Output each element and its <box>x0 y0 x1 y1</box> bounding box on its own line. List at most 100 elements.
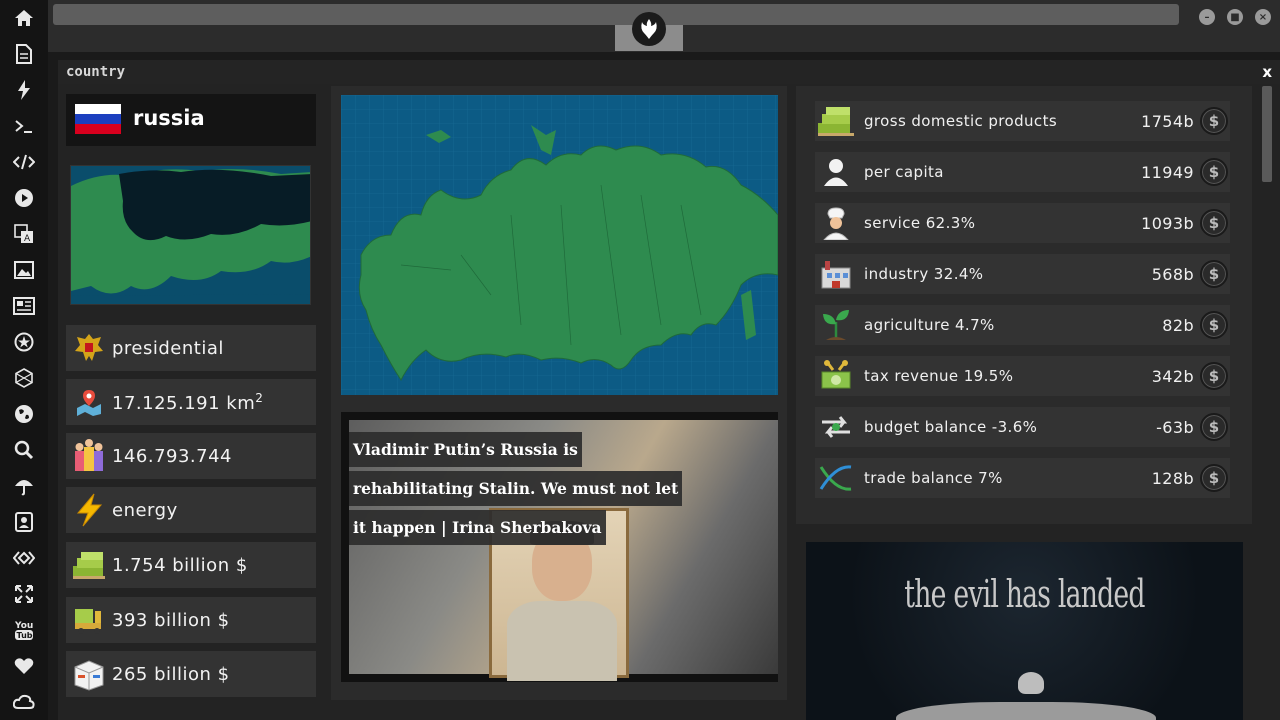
exports-row: 393 billion $ <box>66 597 316 643</box>
search-icon[interactable] <box>12 438 36 462</box>
population-value: 146.793.744 <box>112 445 233 467</box>
gdp-total: 1.754 billion $ <box>112 554 248 576</box>
stat-row-trade-balance: trade balance 7% 128b $ <box>815 458 1230 498</box>
stat-label: tax revenue 19.5% <box>864 367 1014 385</box>
imports-value: 265 billion $ <box>112 663 230 685</box>
dollar-icon[interactable]: $ <box>1200 209 1228 237</box>
stat-label: trade balance 7% <box>864 469 1003 487</box>
plant-icon <box>815 305 857 345</box>
area-value: 17.125.191 km2 <box>112 390 264 414</box>
imports-row: 265 billion $ <box>66 651 316 697</box>
dollar-icon[interactable]: $ <box>1200 107 1228 135</box>
minimize-button[interactable]: – <box>1199 9 1215 25</box>
window-title: country <box>66 64 126 80</box>
svg-text:You: You <box>14 621 33 631</box>
country-map[interactable] <box>341 95 778 395</box>
map-pin-icon <box>66 379 112 425</box>
svg-text:Tube: Tube <box>17 631 35 640</box>
stat-row-budget-balance: budget balance -3.6% -63b $ <box>815 407 1230 447</box>
diamond-code-icon[interactable] <box>12 546 36 570</box>
stat-value: 342b <box>1151 366 1194 386</box>
government-type: presidential <box>112 337 224 359</box>
boxes-icon <box>66 651 112 697</box>
balance-arrows-icon <box>815 407 857 447</box>
news-headline[interactable]: Vladimir Putin’s Russia is rehabilitatin… <box>349 430 689 547</box>
gdp-row: 1.754 billion $ <box>66 542 316 588</box>
terminal-icon[interactable] <box>12 114 36 138</box>
news-icon[interactable] <box>12 294 36 318</box>
hexagon-icon[interactable] <box>12 366 36 390</box>
lightning-icon[interactable] <box>12 78 36 102</box>
stat-row-agriculture: agriculture 4.7% 82b $ <box>815 305 1230 345</box>
stat-row-gdp: gross domestic products 1754b $ <box>815 101 1230 141</box>
stat-value: 82b <box>1162 315 1194 335</box>
play-icon[interactable] <box>12 186 36 210</box>
promo-text: the evil has landed <box>904 572 1145 616</box>
population-row: 146.793.744 <box>66 433 316 479</box>
energy-bolt-icon <box>66 487 112 533</box>
code-icon[interactable] <box>12 150 36 174</box>
title-bar[interactable] <box>53 4 1179 25</box>
minimap[interactable] <box>70 165 311 305</box>
heart-icon[interactable] <box>12 654 36 678</box>
country-name: russia <box>133 106 205 130</box>
stat-label: service 62.3% <box>864 214 976 232</box>
stat-value: -63b <box>1156 417 1194 437</box>
document-icon[interactable] <box>12 42 36 66</box>
country-header: russia <box>66 94 316 146</box>
stat-label: gross domestic products <box>864 112 1058 130</box>
resource-value: energy <box>112 499 178 521</box>
window-header: country x <box>58 60 1280 84</box>
promo-shape <box>896 702 1156 720</box>
stat-label: budget balance -3.6% <box>864 418 1038 436</box>
coat-of-arms-icon <box>66 325 112 371</box>
stat-value: 1093b <box>1141 213 1194 233</box>
person-icon <box>815 152 857 192</box>
youtube-icon[interactable]: YouTube <box>12 618 36 642</box>
rebel-logo-icon <box>632 12 666 46</box>
home-icon[interactable] <box>12 6 36 30</box>
stat-row-service: service 62.3% 1093b $ <box>815 203 1230 243</box>
money-icon <box>815 356 857 396</box>
sidebar: A YouTube <box>0 0 48 720</box>
forklift-icon <box>66 597 112 643</box>
stat-label: industry 32.4% <box>864 265 984 283</box>
stat-row-per-capita: per capita 11949 $ <box>815 152 1230 192</box>
stat-row-industry: industry 32.4% 568b $ <box>815 254 1230 294</box>
dollar-icon[interactable]: $ <box>1200 413 1228 441</box>
maximize-button[interactable]: ■ <box>1227 9 1243 25</box>
promo-banner[interactable]: the evil has landed <box>806 542 1243 720</box>
scrollbar[interactable] <box>1262 86 1272 182</box>
area-row: 17.125.191 km2 <box>66 379 316 425</box>
dollar-icon[interactable]: $ <box>1200 260 1228 288</box>
svg-text:A: A <box>24 234 31 244</box>
stat-value: 568b <box>1151 264 1194 284</box>
dollar-icon[interactable]: $ <box>1200 464 1228 492</box>
cloud-icon[interactable] <box>12 690 36 714</box>
dollar-icon[interactable]: $ <box>1200 158 1228 186</box>
dove-image <box>1018 672 1044 694</box>
russia-flag <box>75 104 121 134</box>
window-close-button[interactable]: x <box>1262 63 1272 81</box>
image-icon[interactable] <box>12 258 36 282</box>
stat-row-tax-revenue: tax revenue 19.5% 342b $ <box>815 356 1230 396</box>
close-window-button[interactable]: × <box>1255 9 1271 25</box>
umbrella-icon[interactable] <box>12 474 36 498</box>
fullscreen-icon[interactable] <box>12 582 36 606</box>
news-card[interactable]: Vladimir Putin’s Russia is rehabilitatin… <box>341 412 778 682</box>
globe-icon[interactable] <box>12 402 36 426</box>
factory-icon <box>815 254 857 294</box>
stat-value: 1754b <box>1141 111 1194 131</box>
exports-value: 393 billion $ <box>112 609 230 631</box>
stat-value: 128b <box>1151 468 1194 488</box>
settings-star-icon[interactable] <box>12 330 36 354</box>
money-stack-icon <box>66 542 112 588</box>
trade-icon <box>815 458 857 498</box>
dollar-icon[interactable]: $ <box>1200 311 1228 339</box>
contacts-icon[interactable] <box>12 510 36 534</box>
stat-label: per capita <box>864 163 944 181</box>
translate-icon[interactable]: A <box>12 222 36 246</box>
population-icon <box>66 433 112 479</box>
government-row: presidential <box>66 325 316 371</box>
dollar-icon[interactable]: $ <box>1200 362 1228 390</box>
